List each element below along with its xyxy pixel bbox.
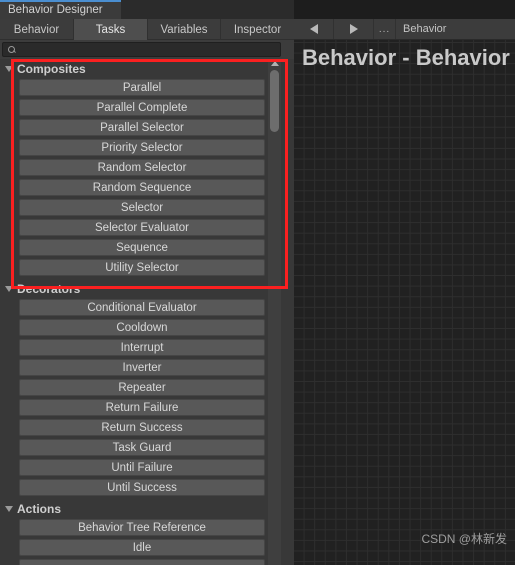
task-list-panel: Composites Parallel Parallel Complete Paral…: [0, 59, 294, 565]
task-item[interactable]: Return Failure: [19, 399, 265, 416]
graph-breadcrumb[interactable]: Behavior: [396, 19, 515, 39]
watermark: CSDN @林新发: [421, 532, 507, 546]
tab-behavior[interactable]: Behavior: [0, 19, 74, 40]
task-item[interactable]: Until Failure: [19, 459, 265, 476]
behavior-graph-panel: ... Behavior Behavior - Behavior CSDN @林…: [294, 0, 515, 565]
task-group-header[interactable]: Decorators: [0, 279, 281, 299]
task-item[interactable]: Utility Selector: [19, 259, 265, 276]
task-group-title: Composites: [17, 62, 86, 76]
foldout-triangle-down-icon[interactable]: [5, 66, 13, 72]
task-item[interactable]: Random Sequence: [19, 179, 265, 196]
tab-inspector[interactable]: Inspector: [221, 19, 294, 40]
window-tab-behavior-designer[interactable]: Behavior Designer: [0, 0, 121, 19]
graph-title: Behavior - Behavior: [302, 45, 510, 70]
search-input[interactable]: [2, 42, 281, 57]
task-item[interactable]: Parallel: [19, 79, 265, 96]
task-item[interactable]: Return Success: [19, 419, 265, 436]
task-item[interactable]: [19, 559, 265, 565]
task-item[interactable]: Random Selector: [19, 159, 265, 176]
task-list-scrollbar[interactable]: [268, 59, 281, 565]
task-item[interactable]: Task Guard: [19, 439, 265, 456]
foldout-triangle-down-icon[interactable]: [5, 506, 13, 512]
tab-tasks-label: Tasks: [95, 23, 126, 36]
scrollbar-thumb[interactable]: [270, 70, 279, 132]
task-item[interactable]: Priority Selector: [19, 139, 265, 156]
task-item[interactable]: Behavior Tree Reference: [19, 519, 265, 536]
graph-back-button[interactable]: [294, 19, 334, 39]
behavior-designer-window: Behavior Designer Behavior Tasks Variabl…: [0, 0, 515, 565]
tab-tasks[interactable]: Tasks: [74, 19, 148, 40]
search-bar: [0, 40, 294, 59]
tab-behavior-label: Behavior: [13, 23, 60, 36]
task-group-header[interactable]: Composites: [0, 59, 281, 79]
search-icon: [7, 45, 17, 55]
tab-bar: Behavior Tasks Variables Inspector: [0, 19, 294, 40]
task-item[interactable]: Interrupt: [19, 339, 265, 356]
task-item[interactable]: Inverter: [19, 359, 265, 376]
foldout-triangle-down-icon[interactable]: [5, 286, 13, 292]
task-item[interactable]: Sequence: [19, 239, 265, 256]
task-item[interactable]: Parallel Complete: [19, 99, 265, 116]
task-item[interactable]: Until Success: [19, 479, 265, 496]
window-tab-label: Behavior Designer: [8, 3, 103, 16]
graph-overflow-button[interactable]: ...: [374, 19, 396, 39]
task-group-title: Actions: [17, 502, 62, 516]
graph-breadcrumb-label: Behavior: [403, 23, 447, 35]
triangle-left-icon: [309, 24, 318, 34]
task-item[interactable]: Repeater: [19, 379, 265, 396]
graph-toolbar: ... Behavior: [294, 19, 515, 40]
task-item[interactable]: Selector: [19, 199, 265, 216]
task-item[interactable]: Parallel Selector: [19, 119, 265, 136]
triangle-up-icon[interactable]: [270, 61, 279, 66]
tab-variables-label: Variables: [160, 23, 208, 36]
panel-divider: [281, 59, 294, 565]
task-item[interactable]: Selector Evaluator: [19, 219, 265, 236]
task-item[interactable]: Conditional Evaluator: [19, 299, 265, 316]
graph-forward-button[interactable]: [334, 19, 374, 39]
graph-canvas[interactable]: Behavior - Behavior CSDN @林新发: [294, 40, 515, 565]
task-item[interactable]: Cooldown: [19, 319, 265, 336]
tab-inspector-label: Inspector: [233, 23, 282, 36]
task-item[interactable]: Idle: [19, 539, 265, 556]
tab-variables[interactable]: Variables: [148, 19, 221, 40]
task-list-scrollarea[interactable]: Composites Parallel Parallel Complete Paral…: [0, 59, 281, 565]
task-group-header[interactable]: Actions: [0, 499, 281, 519]
task-group-title: Decorators: [17, 282, 81, 296]
graph-overflow-label: ...: [378, 23, 391, 35]
triangle-right-icon: [349, 24, 358, 34]
